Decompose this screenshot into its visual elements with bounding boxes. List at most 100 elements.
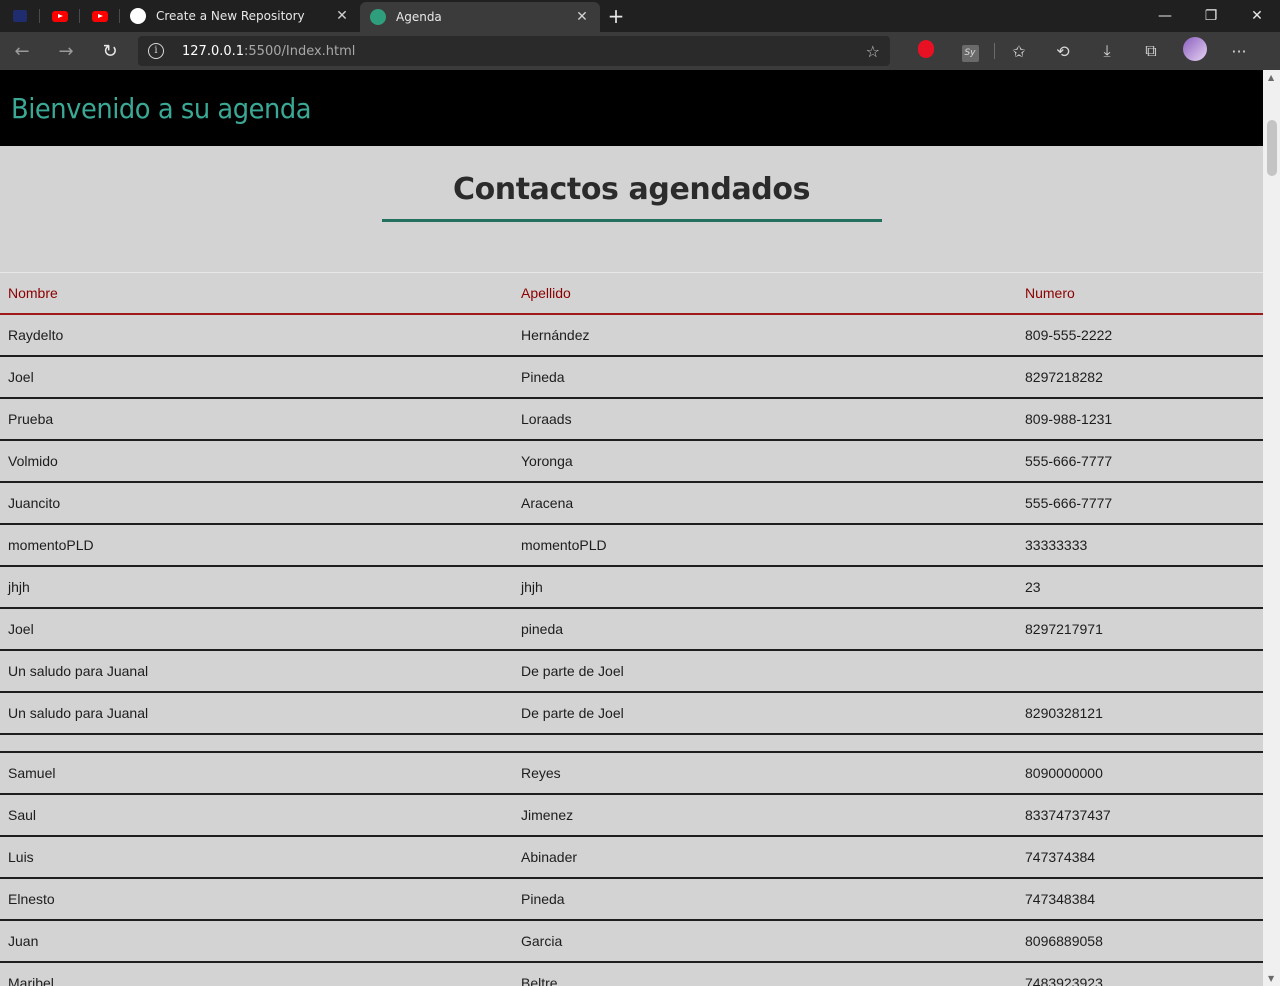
tab-create-repository[interactable]: Create a New Repository ✕ (120, 0, 360, 32)
cell-apellido: De parte de Joel (513, 649, 1017, 693)
downloads-icon[interactable]: ⤓ (1085, 41, 1129, 61)
cell-apellido: Aracena (513, 481, 1017, 525)
cell-numero: 8090000000 (1017, 751, 1263, 795)
back-icon[interactable]: ← (0, 41, 44, 62)
new-tab-button[interactable]: + (600, 4, 632, 28)
restore-icon[interactable]: ❐ (1188, 8, 1234, 24)
cell-apellido (513, 733, 1017, 753)
column-header-apellido: Apellido (521, 284, 571, 301)
cell-nombre: Joel (0, 355, 513, 399)
history-icon[interactable]: ⟲ (1041, 42, 1085, 61)
refresh-icon[interactable]: ↻ (88, 41, 132, 62)
cell-apellido: De parte de Joel (513, 691, 1017, 735)
cell-apellido: Jimenez (513, 793, 1017, 837)
page-scrollbar[interactable]: ▲ ▼ (1263, 70, 1280, 986)
cell-apellido: Reyes (513, 751, 1017, 795)
cell-apellido: Garcia (513, 919, 1017, 963)
table-row: Luis Abinader 747374384 (0, 835, 1263, 879)
cell-nombre: Luis (0, 835, 513, 879)
cell-apellido: Yoronga (513, 439, 1017, 483)
address-toolbar: ← → ↻ i 127.0.0.1:5500/Index.html ☆ Sy ✩… (0, 32, 1280, 70)
scroll-down-icon[interactable]: ▼ (1268, 974, 1274, 983)
section-title: Contactos agendados (452, 172, 811, 207)
extension-sy-icon[interactable]: Sy (948, 40, 992, 62)
site-header: Bienvenido a su agenda (0, 70, 1263, 146)
column-header-numero: Numero (1025, 284, 1075, 301)
close-tab-icon[interactable]: ✕ (334, 8, 350, 24)
cell-apellido: momentoPLD (513, 523, 1017, 567)
cell-nombre: jhjh (0, 565, 513, 609)
extension-red-icon[interactable] (904, 40, 948, 62)
cell-apellido: Abinader (513, 835, 1017, 879)
cell-nombre: Prueba (0, 397, 513, 441)
favorites-icon[interactable]: ✩ (997, 42, 1041, 61)
cell-numero: 7483923923 (1017, 961, 1263, 986)
cell-numero: 555-666-7777 (1017, 481, 1263, 525)
cell-nombre: Juan (0, 919, 513, 963)
pinned-tab-youtube-1[interactable] (40, 0, 80, 32)
cell-nombre: Volmido (0, 439, 513, 483)
cell-nombre: Un saludo para Juanal (0, 691, 513, 735)
table-row: jhjh jhjh 23 (0, 565, 1263, 609)
window-controls: — ❐ ✕ (1142, 8, 1280, 24)
cell-numero: 809-555-2222 (1017, 313, 1263, 357)
table-row: Juancito Aracena 555-666-7777 (0, 481, 1263, 525)
table-header-row: Nombre Apellido Numero (0, 272, 1263, 314)
youtube-icon (52, 10, 68, 22)
table-row: momentoPLD momentoPLD 33333333 (0, 523, 1263, 567)
cell-numero: 33333333 (1017, 523, 1263, 567)
page-viewport: Bienvenido a su agenda Contactos agendad… (0, 70, 1263, 986)
contacts-section-heading: Contactos agendados (0, 146, 1263, 222)
url-text[interactable]: 127.0.0.1:5500/Index.html (182, 44, 866, 59)
table-row: Joel pineda 8297217971 (0, 607, 1263, 651)
table-row: Joel Pineda 8297218282 (0, 355, 1263, 399)
cell-nombre: Raydelto (0, 313, 513, 357)
table-row: Samuel Reyes 8090000000 (0, 751, 1263, 795)
cell-apellido: Beltre (513, 961, 1017, 986)
profile-avatar[interactable] (1173, 37, 1217, 65)
url-path: :5500/Index.html (244, 43, 356, 59)
cell-numero: 8297217971 (1017, 607, 1263, 651)
browser-tab-strip: Create a New Repository ✕ Agenda ✕ + — ❐… (0, 0, 1280, 32)
tab-title: Agenda (396, 10, 442, 24)
tab-agenda[interactable]: Agenda ✕ (360, 2, 600, 32)
table-row: Saul Jimenez 83374737437 (0, 793, 1263, 837)
minimize-icon[interactable]: — (1142, 8, 1188, 24)
cell-numero: 83374737437 (1017, 793, 1263, 837)
forward-icon[interactable]: → (44, 41, 88, 62)
cell-numero: 809-988-1231 (1017, 397, 1263, 441)
close-tab-icon[interactable]: ✕ (574, 9, 590, 25)
table-row: Elnesto Pineda 747348384 (0, 877, 1263, 921)
scrollbar-thumb[interactable] (1267, 120, 1277, 176)
pinned-tab-1[interactable] (0, 0, 40, 32)
contacts-table: Nombre Apellido Numero Raydelto Hernández… (0, 272, 1263, 986)
cell-numero: 8290328121 (1017, 691, 1263, 735)
divider (994, 43, 995, 59)
scroll-up-icon[interactable]: ▲ (1268, 73, 1274, 82)
cell-nombre: Joel (0, 607, 513, 651)
site-title: Bienvenido a su agenda (11, 91, 312, 125)
cell-nombre: Saul (0, 793, 513, 837)
collections-icon[interactable]: ⧉ (1129, 41, 1173, 61)
cell-apellido: Pineda (513, 355, 1017, 399)
address-input[interactable]: i 127.0.0.1:5500/Index.html ☆ (138, 36, 890, 66)
column-header-nombre: Nombre (8, 284, 58, 301)
table-row: Juan Garcia 8096889058 (0, 919, 1263, 963)
cell-apellido: Pineda (513, 877, 1017, 921)
pinned-tab-youtube-2[interactable] (80, 0, 120, 32)
cell-numero: 8297218282 (1017, 355, 1263, 399)
cell-nombre (0, 733, 513, 753)
url-host: 127.0.0.1 (182, 43, 245, 59)
cell-numero: 747348384 (1017, 877, 1263, 921)
cell-apellido: pineda (513, 607, 1017, 651)
cell-nombre: Maribel (0, 961, 513, 986)
more-menu-icon[interactable]: ··· (1217, 42, 1261, 61)
close-window-icon[interactable]: ✕ (1234, 8, 1280, 24)
agenda-favicon (370, 9, 386, 25)
cell-numero: 23 (1017, 565, 1263, 609)
cell-nombre: Un saludo para Juanal (0, 649, 513, 693)
add-favorite-icon[interactable]: ☆ (866, 42, 880, 61)
site-info-icon[interactable]: i (148, 43, 164, 59)
title-underline (381, 219, 882, 222)
table-row: Raydelto Hernández 809-555-2222 (0, 313, 1263, 357)
